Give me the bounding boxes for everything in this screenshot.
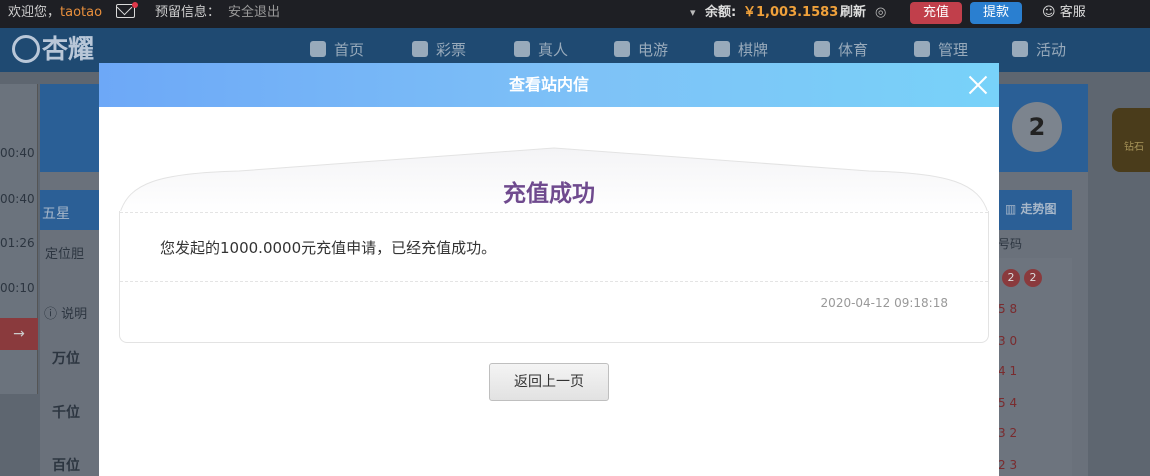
brand-logo[interactable]: 杏耀 bbox=[12, 34, 94, 66]
explain-link[interactable]: ⓘ 说明 bbox=[44, 303, 87, 322]
reserved-info: 预留信息： bbox=[155, 5, 221, 20]
back-button[interactable]: 返回上一页 bbox=[489, 363, 609, 401]
close-icon[interactable] bbox=[967, 74, 989, 96]
message-timestamp: 2020-04-12 09:18:18 bbox=[820, 296, 948, 310]
logo-icon bbox=[12, 35, 40, 63]
eye-off-icon[interactable]: ◎ bbox=[875, 0, 886, 28]
username[interactable]: taotao bbox=[60, 5, 102, 20]
countdown-time: 01:26 bbox=[0, 236, 35, 250]
divider bbox=[120, 281, 988, 282]
users-icon bbox=[914, 41, 930, 57]
countdown-time: 00:40 bbox=[0, 146, 35, 160]
modal-header: 查看站内信 bbox=[99, 63, 999, 107]
message-modal: 查看站内信 充值成功 您发起的1000.0000元充值申请，已经充值成功。 20… bbox=[99, 63, 999, 476]
chart-icon: ▥ bbox=[1005, 202, 1017, 216]
service-link[interactable]: ☺ 客服 bbox=[1042, 0, 1086, 28]
history-row: 2 3 bbox=[998, 458, 1018, 472]
history-row: 5 8 bbox=[998, 302, 1018, 316]
position-label: 万位 bbox=[52, 351, 80, 367]
tab-five-star[interactable]: 五星 bbox=[42, 203, 70, 223]
draw-countdown-panel: 00:40 00:40 01:26 00:10 → bbox=[0, 84, 38, 394]
message-title: 充值成功 bbox=[503, 181, 595, 207]
result-ball: 2 bbox=[1024, 269, 1042, 287]
lottery-icon bbox=[412, 41, 428, 57]
locate-gall-label[interactable]: 定位胆 bbox=[45, 243, 84, 262]
welcome-text: 欢迎您，taotao bbox=[8, 5, 103, 20]
result-ball: 2 bbox=[1002, 269, 1020, 287]
medal-badge[interactable]: 钻石 bbox=[1112, 108, 1150, 172]
countdown-time: 00:40 bbox=[0, 192, 35, 206]
history-list: 5 8 3 0 4 1 5 4 3 2 2 3 bbox=[996, 258, 1072, 476]
countdown-time: 00:10 bbox=[0, 281, 35, 295]
trophy-icon bbox=[814, 41, 830, 57]
divider bbox=[120, 212, 988, 213]
position-label: 百位 bbox=[52, 458, 80, 474]
refresh-link[interactable]: 刷新 bbox=[840, 0, 866, 28]
position-label: 千位 bbox=[52, 405, 80, 421]
code-header: 号码 bbox=[998, 237, 1023, 251]
top-bar: 欢迎您，taotao 预留信息： 安全退出 ▾ 余额: ￥1,003.1583 … bbox=[0, 0, 1150, 28]
message-body: 您发起的1000.0000元充值申请，已经充值成功。 bbox=[160, 239, 497, 257]
history-row: 5 4 bbox=[998, 396, 1018, 410]
home-icon bbox=[310, 41, 326, 57]
info-icon: ⓘ bbox=[44, 307, 58, 322]
cards-icon bbox=[714, 41, 730, 57]
withdraw-button[interactable]: 提款 bbox=[970, 2, 1022, 24]
modal-title: 查看站内信 bbox=[508, 75, 589, 94]
history-row: 4 1 bbox=[998, 364, 1018, 378]
balance-value: ￥1,003.1583 bbox=[743, 5, 839, 20]
trend-chart-link[interactable]: ▥ 走势图 bbox=[1005, 200, 1057, 217]
history-row: 3 0 bbox=[998, 334, 1018, 348]
nav-events[interactable]: 活动 bbox=[1012, 28, 1066, 72]
chat-icon: ☺ bbox=[1042, 5, 1056, 20]
balance-label: 余额: bbox=[705, 5, 737, 20]
gift-icon bbox=[1012, 41, 1028, 57]
logout-link[interactable]: 安全退出 bbox=[228, 0, 280, 28]
unread-dot bbox=[132, 2, 138, 8]
arrow-right-icon[interactable]: → bbox=[0, 318, 38, 350]
live-icon bbox=[514, 41, 530, 57]
message-card bbox=[119, 211, 989, 343]
chevron-down-icon[interactable]: ▾ bbox=[690, 0, 696, 28]
issue-ball: 2 bbox=[1012, 102, 1062, 152]
history-row: 3 2 bbox=[998, 426, 1018, 440]
recharge-button[interactable]: 充值 bbox=[910, 2, 962, 24]
slot-icon bbox=[614, 41, 630, 57]
